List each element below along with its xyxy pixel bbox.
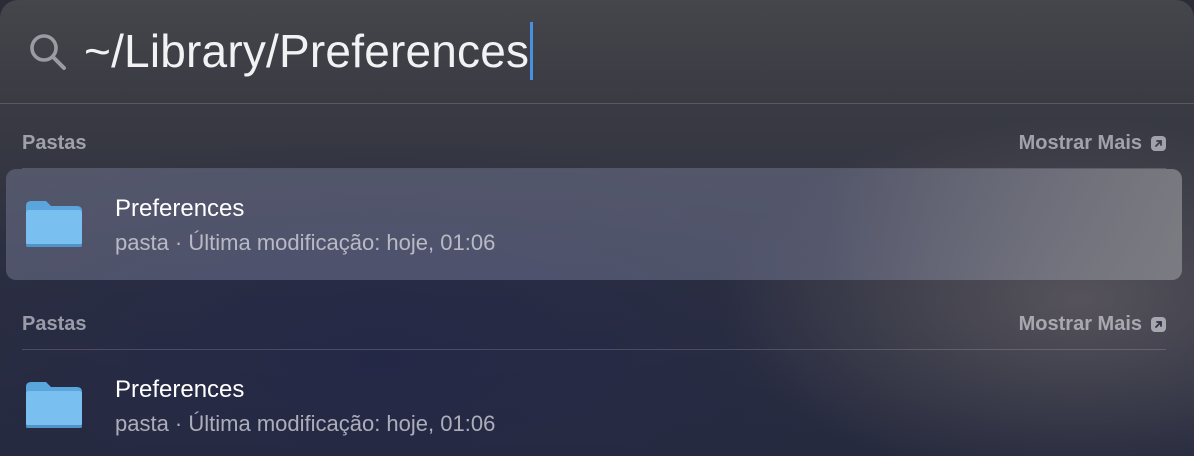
arrow-up-right-square-icon <box>1151 317 1166 332</box>
result-title: Preferences <box>115 376 245 403</box>
spotlight-panel: ~/Library/Preferences Pastas Mostrar Mai… <box>0 0 1194 456</box>
show-more-label: Mostrar Mais <box>1018 132 1142 154</box>
search-input[interactable]: ~/Library/Preferences <box>84 22 534 80</box>
folder-icon <box>26 201 82 247</box>
result-subtitle: pasta · Última modificação: hoje, 01:06 <box>115 230 496 255</box>
section-title: Pastas <box>22 313 87 335</box>
text-caret <box>530 22 534 80</box>
section-header-folders: Pastas Mostrar Mais <box>22 304 1166 344</box>
show-more-label: Mostrar Mais <box>1018 313 1142 335</box>
arrow-up-right-square-icon <box>1151 136 1166 151</box>
section-title: Pastas <box>22 132 87 154</box>
result-row[interactable]: Preferences pasta · Última modificação: … <box>6 169 1182 280</box>
show-more-button[interactable]: Mostrar Mais <box>1019 313 1166 336</box>
result-subtitle: pasta · Última modificação: hoje, 01:06 <box>115 411 496 436</box>
search-bar[interactable]: ~/Library/Preferences <box>0 0 1194 104</box>
search-query-text: ~/Library/Preferences <box>84 25 530 77</box>
result-title: Preferences <box>115 195 245 222</box>
result-row[interactable]: Preferences pasta · Última modificação: … <box>6 350 1182 456</box>
section-header-folders: Pastas Mostrar Mais <box>22 123 1166 163</box>
show-more-button[interactable]: Mostrar Mais <box>1019 132 1166 155</box>
search-icon <box>30 34 66 70</box>
folder-icon <box>26 382 82 428</box>
